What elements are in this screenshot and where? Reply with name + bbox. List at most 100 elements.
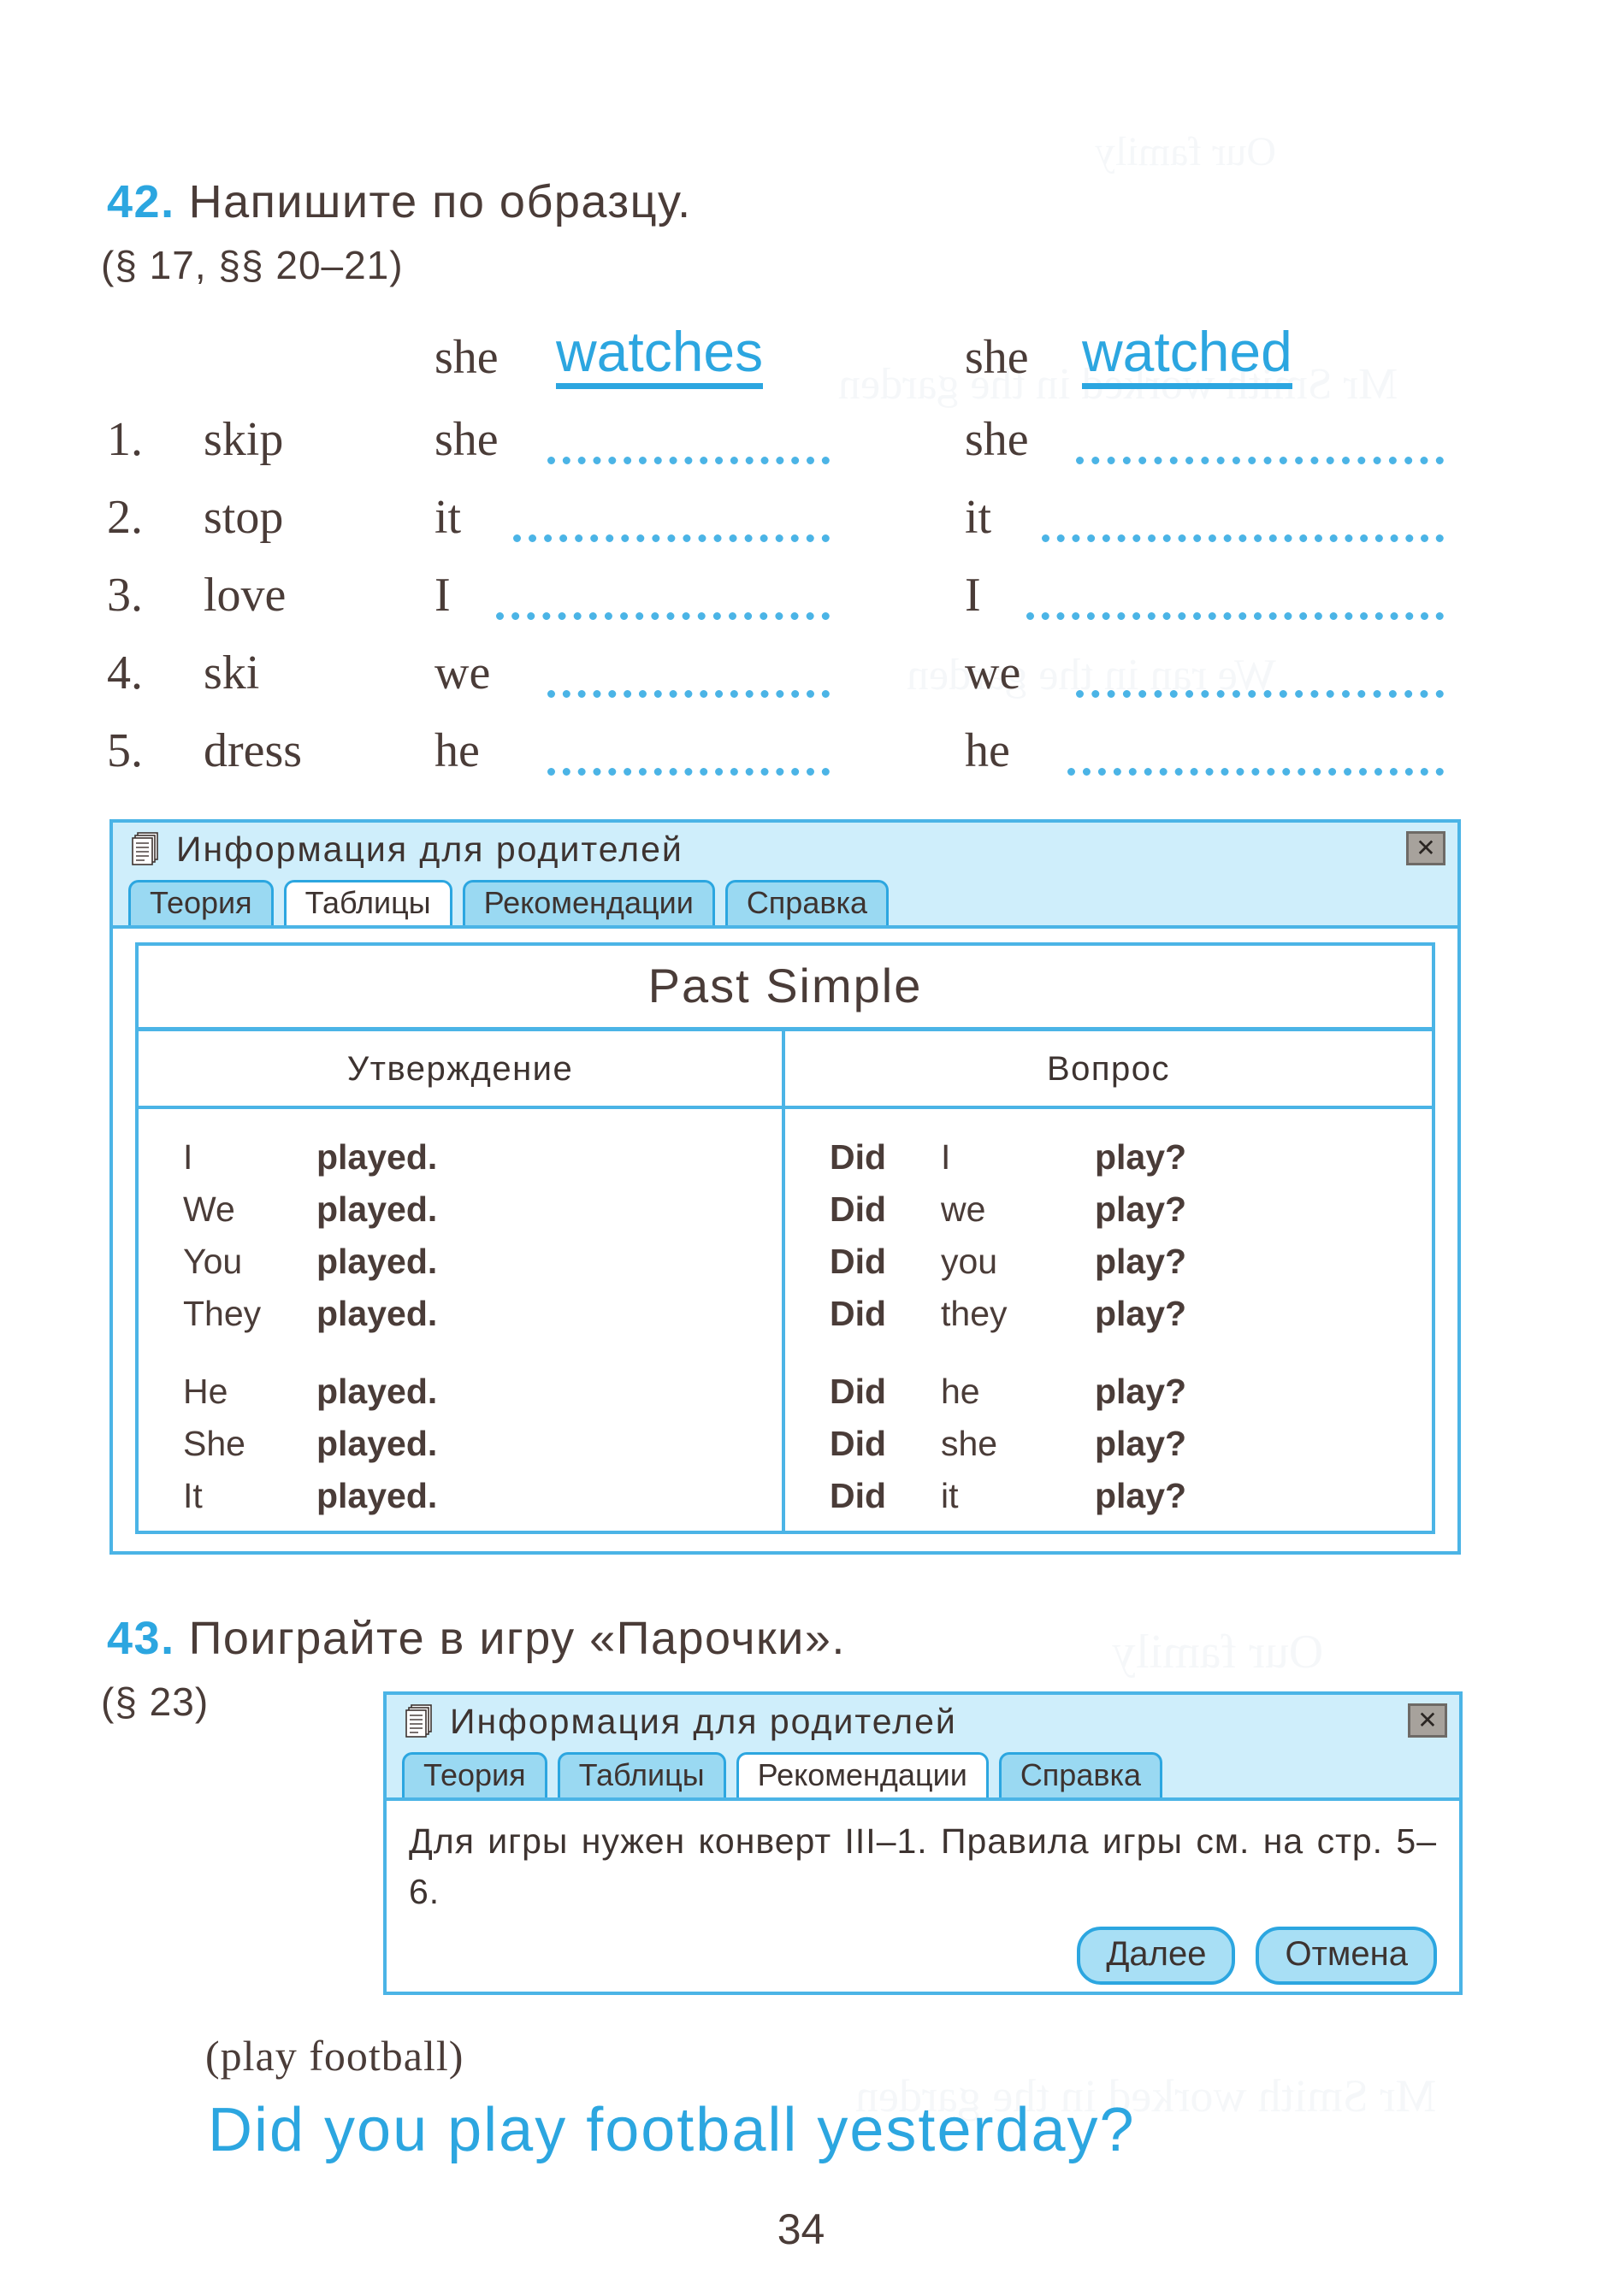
tab-rekomendatsii[interactable]: Рекомендации bbox=[736, 1752, 989, 1797]
verb: played. bbox=[316, 1242, 438, 1281]
table-row: I played. bbox=[139, 1131, 782, 1183]
answer-blank-present[interactable] bbox=[547, 448, 830, 464]
table-row: Did she play? bbox=[785, 1418, 1432, 1470]
table-row: Did I play? bbox=[785, 1131, 1432, 1183]
verb: play? bbox=[1095, 1242, 1187, 1281]
table-row: Did they play? bbox=[785, 1288, 1432, 1340]
tab-teoriya[interactable]: Теория bbox=[402, 1752, 547, 1797]
parents-info-dialog-recommendations[interactable]: Информация для родителей ✕ Теория Таблиц… bbox=[383, 1691, 1463, 1995]
subject: she bbox=[941, 1424, 998, 1463]
answer-blank-past[interactable] bbox=[1076, 448, 1444, 464]
subject: I bbox=[183, 1137, 193, 1177]
verb: played. bbox=[316, 1189, 438, 1229]
affirmative-column: Утверждение I played. We played. You pla… bbox=[139, 1031, 785, 1534]
tab-teoriya[interactable]: Теория bbox=[128, 880, 274, 925]
sample-answer: Did you play football yesterday? bbox=[208, 2096, 1136, 2164]
dialog-title: Информация для родителей bbox=[450, 1701, 957, 1741]
tab-tablitsy[interactable]: Таблицы bbox=[283, 880, 452, 925]
task-row: 2. stop it it bbox=[0, 490, 1602, 569]
verb: played. bbox=[316, 1424, 438, 1463]
answer-blank-past[interactable] bbox=[1076, 682, 1444, 698]
model-verb-present: watches bbox=[556, 323, 764, 389]
tab-spravka[interactable]: Справка bbox=[998, 1752, 1163, 1797]
subject: It bbox=[183, 1476, 203, 1515]
auxiliary: Did bbox=[830, 1137, 887, 1177]
exercise-43-heading: 43. Поиграйте в игру «Парочки». bbox=[107, 1612, 846, 1665]
question-column: Вопрос Did I play? Did we play? Did you … bbox=[785, 1031, 1432, 1534]
dialog-message: Для игры нужен конверт III–1. Правила иг… bbox=[409, 1821, 1437, 1912]
textbook-page: 42. Напишите по образцу. (§ 17, §§ 20–21)… bbox=[0, 0, 1602, 2296]
cancel-button[interactable]: Отмена bbox=[1256, 1926, 1437, 1985]
subject: You bbox=[183, 1242, 243, 1281]
tab-tablitsy[interactable]: Таблицы bbox=[557, 1752, 726, 1797]
verb: play? bbox=[1095, 1189, 1187, 1229]
answer-blank-present[interactable] bbox=[513, 526, 830, 542]
verb: play? bbox=[1095, 1137, 1187, 1177]
tab-rekomendatsii[interactable]: Рекомендации bbox=[462, 880, 715, 925]
table-row: We played. bbox=[139, 1183, 782, 1236]
documents-icon bbox=[405, 1704, 432, 1738]
auxiliary: Did bbox=[830, 1189, 887, 1229]
documents-icon bbox=[132, 832, 158, 865]
auxiliary: Did bbox=[830, 1424, 887, 1463]
auxiliary: Did bbox=[830, 1372, 887, 1411]
row-verb: dress bbox=[204, 724, 303, 777]
task-row: 3. love I I bbox=[0, 568, 1602, 646]
table-row: Did we play? bbox=[785, 1183, 1432, 1236]
table-row: He played. bbox=[139, 1366, 782, 1418]
row-number: 3. bbox=[107, 569, 143, 622]
exercise-43-number: 43. bbox=[107, 1613, 175, 1664]
row-number: 1. bbox=[107, 413, 143, 466]
row-verb: ski bbox=[204, 646, 260, 699]
answer-blank-past[interactable] bbox=[1026, 604, 1444, 620]
answer-blank-present[interactable] bbox=[496, 604, 830, 620]
subject: we bbox=[941, 1189, 986, 1229]
page-number: 34 bbox=[777, 2205, 825, 2253]
auxiliary: Did bbox=[830, 1294, 887, 1333]
verb: played. bbox=[316, 1137, 438, 1177]
sample-prompt: (play football) bbox=[205, 2032, 464, 2080]
dialog-title-bar: Информация для родителей ✕ bbox=[387, 1695, 1459, 1748]
column-header-affirmative: Утверждение bbox=[139, 1031, 782, 1109]
dialog-tabs: Теория Таблицы Рекомендации Справка bbox=[387, 1748, 1459, 1797]
subject: he bbox=[941, 1372, 980, 1411]
answer-blank-past[interactable] bbox=[1067, 759, 1444, 776]
model-row: she watches she watched bbox=[0, 323, 1602, 402]
verb: play? bbox=[1095, 1294, 1187, 1333]
subject: it bbox=[941, 1476, 959, 1515]
answer-blank-past[interactable] bbox=[1042, 526, 1444, 542]
verb: play? bbox=[1095, 1424, 1187, 1463]
verb: played. bbox=[316, 1294, 438, 1333]
column-header-question: Вопрос bbox=[785, 1031, 1432, 1109]
table-row: They played. bbox=[139, 1288, 782, 1340]
close-icon[interactable]: ✕ bbox=[1406, 831, 1445, 865]
table-row: You played. bbox=[139, 1236, 782, 1288]
answer-blank-present[interactable] bbox=[547, 682, 830, 698]
table-row: She played. bbox=[139, 1418, 782, 1470]
model-verb-past: watched bbox=[1082, 323, 1292, 389]
dialog-title: Информация для родителей bbox=[176, 829, 683, 869]
parents-info-dialog-tables[interactable]: Информация для родителей ✕ Теория Таблиц… bbox=[109, 819, 1461, 1555]
table-title: Past Simple bbox=[139, 946, 1432, 1031]
dialog-tabs: Теория Таблицы Рекомендации Справка bbox=[113, 876, 1457, 925]
close-icon[interactable]: ✕ bbox=[1408, 1703, 1447, 1738]
exercise-42-heading: 42. Напишите по образцу. bbox=[107, 175, 692, 228]
verb: played. bbox=[316, 1372, 438, 1411]
answer-blank-present[interactable] bbox=[547, 759, 830, 776]
verb: played. bbox=[316, 1476, 438, 1515]
next-button[interactable]: Далее bbox=[1077, 1926, 1236, 1985]
subject: She bbox=[183, 1424, 245, 1463]
tab-spravka[interactable]: Справка bbox=[724, 880, 890, 925]
task-row: 5. dress he he bbox=[0, 723, 1602, 802]
exercise-43-title: Поиграйте в игру «Парочки». bbox=[188, 1613, 846, 1664]
subject: They bbox=[183, 1294, 262, 1333]
dialog-button-row: Далее Отмена bbox=[387, 1918, 1459, 1997]
subject: I bbox=[941, 1137, 951, 1177]
row-verb: love bbox=[204, 569, 287, 622]
dialog-body: Для игры нужен конверт III–1. Правила иг… bbox=[387, 1797, 1459, 1992]
exercise-42-title: Напишите по образцу. bbox=[188, 176, 692, 227]
subject: We bbox=[183, 1189, 235, 1229]
row-verb: stop bbox=[204, 491, 284, 544]
row-number: 5. bbox=[107, 724, 143, 777]
table-row: Did he play? bbox=[785, 1366, 1432, 1418]
